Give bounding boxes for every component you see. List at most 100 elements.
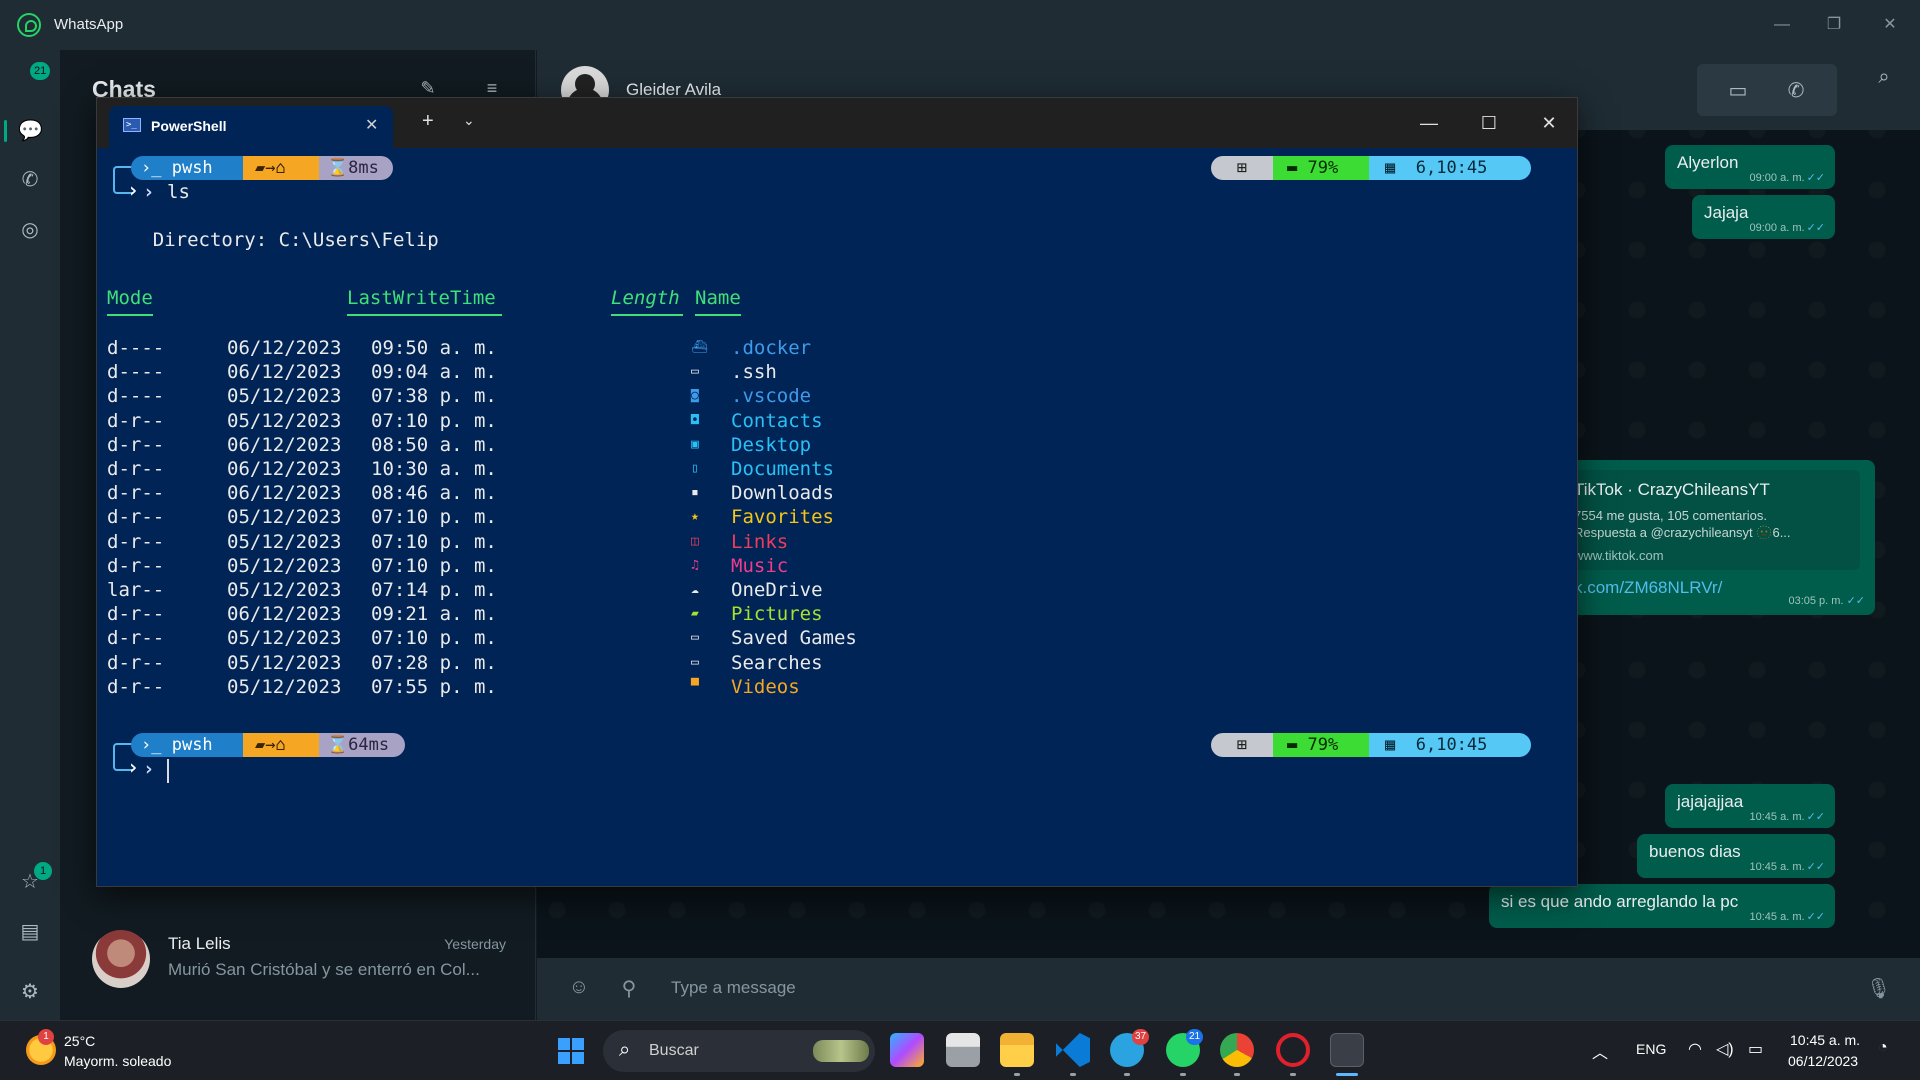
row-name: Documents bbox=[731, 458, 834, 480]
message-time: 09:00 a. m. bbox=[1749, 172, 1805, 184]
row-time: 09:04 a. m. bbox=[371, 361, 497, 383]
chats-unread-badge: 21 bbox=[30, 62, 51, 80]
start-button[interactable] bbox=[558, 1038, 584, 1064]
nav-rail: 💬 21 ✆ ◎ ☆ ▤ 1 ⚙ bbox=[0, 50, 60, 1054]
message-time: 03:05 p. m. ✓✓ bbox=[1788, 595, 1865, 607]
restore-icon[interactable]: ❐ bbox=[1814, 10, 1854, 40]
weather-description[interactable]: Mayorm. soleado bbox=[64, 1053, 171, 1069]
folder-icon: ◙ bbox=[691, 388, 699, 403]
header-underline bbox=[347, 314, 502, 316]
message-text: jajajajjaa bbox=[1677, 792, 1744, 811]
row-name: Pictures bbox=[731, 603, 823, 625]
emoji-icon[interactable]: ☺ bbox=[567, 976, 591, 1000]
directory-line: Directory: C:\Users\Felip bbox=[107, 229, 439, 251]
row-mode: d---- bbox=[107, 337, 165, 359]
call-buttons-group: ▭ ✆ bbox=[1697, 64, 1837, 116]
settings-gear-icon[interactable]: ⚙ bbox=[18, 980, 42, 1004]
row-time: 10:30 a. m. bbox=[371, 458, 497, 480]
message-bubble[interactable]: si es que ando arreglando la pc 10:45 a.… bbox=[1489, 884, 1835, 928]
row-date: 06/12/2023 bbox=[227, 361, 342, 383]
message-time: 09:00 a. m. bbox=[1749, 222, 1805, 234]
close-icon[interactable]: ✕ bbox=[1870, 10, 1910, 40]
folder-icon: ♫ bbox=[691, 558, 699, 573]
header-underline bbox=[107, 314, 153, 316]
status-icon[interactable]: ◎ bbox=[18, 218, 42, 242]
tab-powershell[interactable]: >_ PowerShell ✕ bbox=[109, 106, 393, 148]
header-underline bbox=[695, 314, 741, 316]
row-date: 05/12/2023 bbox=[227, 652, 342, 674]
row-date: 06/12/2023 bbox=[227, 337, 342, 359]
minimize-icon[interactable]: — bbox=[1409, 108, 1449, 138]
clock-date[interactable]: 06/12/2023 bbox=[1788, 1053, 1858, 1069]
link-domain: www.tiktok.com bbox=[1574, 548, 1664, 563]
calendar-icon: ▦ bbox=[1385, 735, 1396, 755]
row-name: Downloads bbox=[731, 482, 834, 504]
volume-icon[interactable]: ◁) bbox=[1716, 1039, 1734, 1059]
link-description: Respuesta a @crazychileansyt 🫥6... bbox=[1574, 525, 1791, 540]
text-cursor bbox=[167, 759, 169, 783]
weather-temperature[interactable]: 25°C bbox=[64, 1033, 95, 1049]
row-date: 06/12/2023 bbox=[227, 603, 342, 625]
message-bubble[interactable]: buenos dias 10:45 a. m. ✓✓ bbox=[1637, 834, 1835, 878]
attach-icon[interactable]: ⚲ bbox=[617, 976, 641, 1000]
row-date: 05/12/2023 bbox=[227, 531, 342, 553]
notification-bell-icon[interactable]: ◔ bbox=[1878, 1039, 1888, 1057]
read-ticks-icon: ✓✓ bbox=[1806, 861, 1825, 873]
search-label: Buscar bbox=[649, 1042, 699, 1059]
wifi-icon[interactable]: ◠ bbox=[1688, 1039, 1702, 1059]
tab-close-icon[interactable]: ✕ bbox=[365, 115, 378, 135]
terminal-icon[interactable] bbox=[1330, 1033, 1364, 1067]
taskbar-search[interactable]: ⌕ Buscar bbox=[603, 1030, 875, 1072]
row-name: .vscode bbox=[731, 385, 812, 407]
opera-icon[interactable] bbox=[1276, 1033, 1310, 1067]
new-tab-icon[interactable]: + bbox=[422, 110, 434, 133]
chevron-up-icon[interactable]: ︿ bbox=[1592, 1039, 1608, 1063]
clock-segment: ▦ 6,10:45 bbox=[1369, 733, 1531, 757]
chat-preview: Murió San Cristóbal y se enterró en Col.… bbox=[168, 960, 480, 979]
video-call-icon[interactable]: ▭ bbox=[1725, 78, 1751, 104]
prompt-duration-segment: ⌛8ms bbox=[319, 156, 393, 180]
link-preview-message[interactable]: TikTok · CrazyChileansYT 7554 me gusta, … bbox=[1570, 460, 1875, 615]
message-bubble[interactable]: Alyerlon 09:00 a. m. ✓✓ bbox=[1665, 145, 1835, 189]
chevron-down-icon[interactable]: ⌄ bbox=[463, 112, 475, 129]
row-date: 05/12/2023 bbox=[227, 579, 342, 601]
chats-icon[interactable]: 💬 bbox=[18, 119, 43, 143]
battery-icon[interactable]: ▭ bbox=[1748, 1039, 1763, 1059]
close-icon[interactable]: ✕ bbox=[1529, 108, 1569, 138]
search-icon[interactable]: ⌕ bbox=[1871, 64, 1897, 90]
minimize-icon[interactable]: — bbox=[1762, 10, 1802, 40]
maximize-icon[interactable]: ☐ bbox=[1469, 108, 1509, 138]
clock-time[interactable]: 10:45 a. m. bbox=[1790, 1032, 1860, 1048]
row-name: OneDrive bbox=[731, 579, 823, 601]
message-bubble[interactable]: Jajaja 09:00 a. m. ✓✓ bbox=[1692, 195, 1835, 239]
folder-icon: ▣ bbox=[691, 437, 699, 452]
row-time: 07:10 p. m. bbox=[371, 410, 497, 432]
row-time: 08:46 a. m. bbox=[371, 482, 497, 504]
row-time: 07:10 p. m. bbox=[371, 555, 497, 577]
vscode-icon[interactable] bbox=[1056, 1033, 1090, 1067]
archive-icon[interactable]: ▤ bbox=[18, 920, 42, 944]
header-name: Name bbox=[695, 287, 741, 309]
message-bubble[interactable]: jajajajjaa 10:45 a. m. ✓✓ bbox=[1665, 784, 1835, 828]
battery-segment: ▬ 79% bbox=[1273, 733, 1369, 757]
voice-call-icon[interactable]: ✆ bbox=[1783, 78, 1809, 104]
row-mode: d-r-- bbox=[107, 603, 165, 625]
row-time: 07:10 p. m. bbox=[371, 531, 497, 553]
row-date: 05/12/2023 bbox=[227, 385, 342, 407]
file-explorer-icon[interactable] bbox=[1000, 1033, 1034, 1067]
chat-time: Yesterday bbox=[444, 936, 506, 952]
task-view-icon[interactable] bbox=[946, 1033, 980, 1067]
calls-icon[interactable]: ✆ bbox=[18, 168, 42, 192]
row-mode: d-r-- bbox=[107, 676, 165, 698]
copilot-icon[interactable] bbox=[890, 1033, 924, 1067]
windows-os-icon: ⊞ bbox=[1211, 156, 1273, 180]
microphone-icon[interactable]: 🎙 bbox=[1866, 976, 1891, 1000]
message-input[interactable] bbox=[667, 966, 1857, 1010]
terminal-output[interactable]: ›_ pwsh ▰→⌂ ⌛8ms › › ls ⊞ ▬ 79% ▦ 6,10:4… bbox=[97, 148, 1577, 886]
language-indicator[interactable]: ENG bbox=[1636, 1041, 1666, 1057]
chrome-icon[interactable] bbox=[1220, 1033, 1254, 1067]
message-composer: ☺ ⚲ 🎙 bbox=[537, 958, 1920, 1020]
link-preview-card[interactable]: TikTok · CrazyChileansYT 7554 me gusta, … bbox=[1570, 470, 1860, 570]
chat-list-item[interactable]: Tia Lelis Yesterday Murió San Cristóbal … bbox=[60, 920, 536, 1000]
link-url[interactable]: k.com/ZM68NLRVr/ bbox=[1574, 578, 1722, 598]
